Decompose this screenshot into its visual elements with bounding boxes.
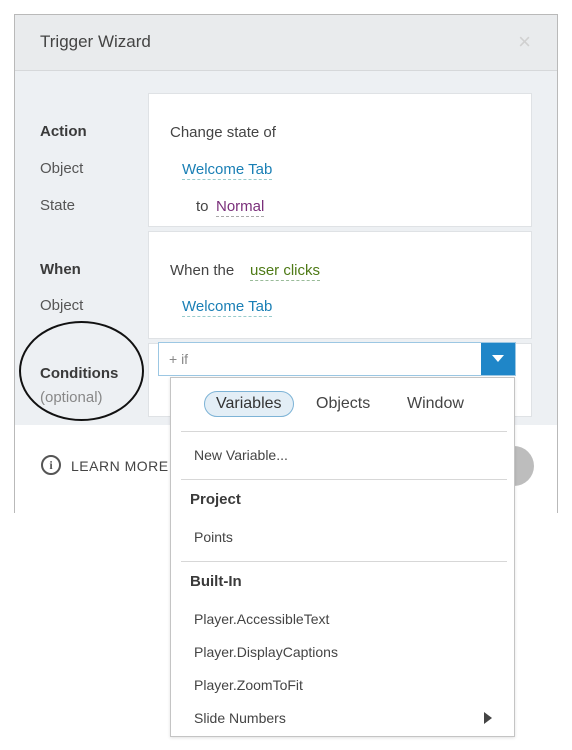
action-label: Action (40, 123, 87, 140)
list-item-accessible-text[interactable]: Player.AccessibleText (194, 611, 329, 627)
state-link[interactable]: Normal (216, 198, 265, 217)
to-text: to (196, 198, 209, 215)
list-item-display-captions[interactable]: Player.DisplayCaptions (194, 644, 338, 660)
tab-objects[interactable]: Objects (316, 395, 370, 413)
divider (181, 431, 507, 432)
when-text: When the (170, 262, 235, 279)
dialog-header: Trigger Wizard × (15, 15, 557, 71)
event-link[interactable]: user clicks (250, 262, 321, 281)
if-condition-select[interactable]: + if (158, 342, 516, 376)
dropdown-arrow-button[interactable] (481, 343, 515, 375)
list-item-zoom-to-fit[interactable]: Player.ZoomToFit (194, 677, 303, 693)
info-icon[interactable]: i (41, 455, 61, 475)
divider (181, 479, 507, 480)
list-item-slide-numbers[interactable]: Slide Numbers (194, 710, 286, 726)
annotation-circle (19, 321, 144, 421)
when-box: When the user clicks Welcome Tab (148, 231, 532, 339)
action-box: Change state of Welcome Tab to Normal (148, 93, 532, 227)
new-variable-item[interactable]: New Variable... (194, 447, 288, 463)
caret-down-icon (492, 355, 504, 362)
when-object-label: Object (40, 297, 84, 314)
when-object-link[interactable]: Welcome Tab (182, 298, 273, 317)
when-label: When (40, 261, 81, 278)
if-placeholder: + if (169, 351, 189, 367)
action-value[interactable]: Change state of (170, 124, 276, 141)
tab-window[interactable]: Window (407, 395, 464, 413)
condition-dropdown-menu: Variables Objects Window New Variable...… (170, 377, 515, 737)
group-header-built-in: Built-In (190, 573, 242, 590)
dialog-title: Trigger Wizard (40, 32, 151, 51)
tab-variables[interactable]: Variables (204, 391, 294, 417)
group-header-project: Project (190, 491, 241, 508)
action-object-link[interactable]: Welcome Tab (182, 161, 273, 180)
close-icon[interactable]: × (518, 29, 531, 55)
learn-more-link[interactable]: LEARN MORE (71, 458, 169, 474)
object-label: Object (40, 160, 84, 177)
list-item-points[interactable]: Points (194, 529, 233, 545)
submenu-arrow-icon (484, 712, 492, 724)
divider (181, 561, 507, 562)
state-label: State (40, 197, 76, 214)
